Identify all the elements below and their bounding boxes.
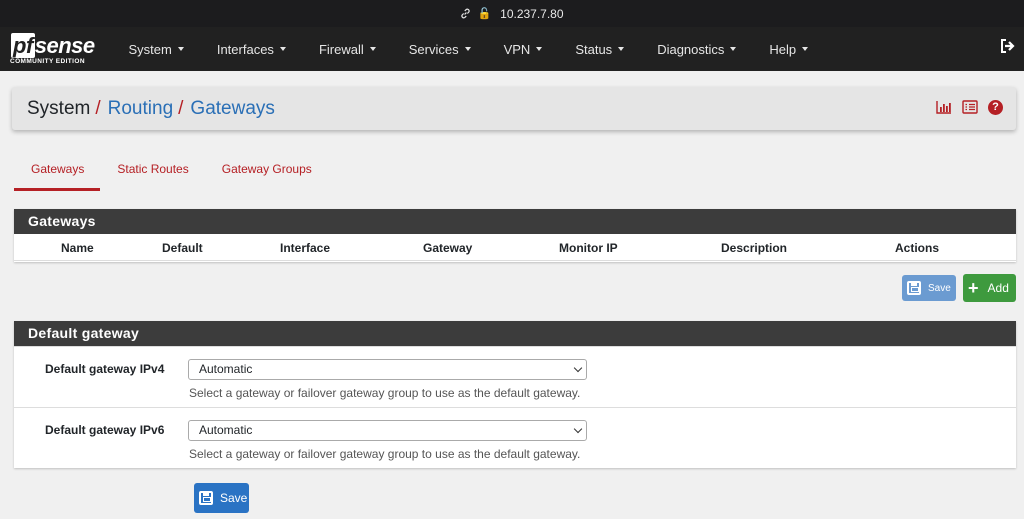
ipv4-row: Default gateway IPv4 Automatic Select a … (14, 346, 1016, 407)
gateways-panel: Gateways Name Default Interface Gateway … (14, 209, 1016, 262)
caret-down-icon (369, 47, 376, 51)
gateways-panel-title: Gateways (14, 209, 1016, 234)
pfsense-logo[interactable]: pfsense COMMUNITY EDITION (0, 27, 112, 71)
save-gateways-button[interactable]: Save (902, 275, 956, 301)
save-icon (907, 281, 921, 295)
breadcrumb-routing[interactable]: Routing (108, 98, 174, 120)
browser-address-bar: 🔓 10.237.7.80 (0, 0, 1024, 27)
default-gateway-panel: Default gateway Default gateway IPv4 Aut… (14, 321, 1016, 468)
ipv6-help-text: Select a gateway or failover gateway gro… (189, 447, 581, 461)
ipv4-help-text: Select a gateway or failover gateway gro… (189, 386, 581, 400)
caret-down-icon (536, 47, 543, 51)
gateways-table-header: Name Default Interface Gateway Monitor I… (14, 234, 1016, 261)
caret-down-icon (802, 47, 809, 51)
breadcrumb-system: System (27, 97, 91, 119)
ipv4-label: Default gateway IPv4 (45, 362, 165, 376)
menu-vpn[interactable]: VPN (487, 27, 559, 71)
breadcrumb-actions: ? (936, 99, 1003, 115)
caret-down-icon (177, 47, 184, 51)
menu-firewall[interactable]: Firewall (302, 27, 392, 71)
tab-static-routes[interactable]: Static Routes (100, 152, 204, 191)
caret-down-icon (730, 47, 737, 51)
list-icon[interactable] (962, 99, 978, 115)
save-default-gateway-button[interactable]: Save (194, 483, 249, 513)
menu-interfaces[interactable]: Interfaces (200, 27, 302, 71)
address-text[interactable]: 10.237.7.80 (500, 7, 563, 21)
chevron-down-icon (573, 424, 583, 434)
col-actions: Actions (895, 241, 940, 255)
ipv6-label: Default gateway IPv6 (45, 423, 165, 437)
logo-edition: COMMUNITY EDITION (10, 58, 85, 65)
chevron-down-icon (573, 363, 583, 373)
tab-gateway-groups[interactable]: Gateway Groups (205, 152, 328, 191)
ipv4-gateway-select[interactable]: Automatic (188, 359, 587, 380)
ipv6-row: Default gateway IPv6 Automatic Select a … (14, 407, 1016, 468)
tab-bar: Gateways Static Routes Gateway Groups (14, 152, 328, 191)
menu-system[interactable]: System (112, 27, 200, 71)
col-gateway[interactable]: Gateway (423, 241, 472, 255)
top-navbar: pfsense COMMUNITY EDITION System Interfa… (0, 27, 1024, 71)
menu-status[interactable]: Status (559, 27, 641, 71)
main-menu: System Interfaces Firewall Services VPN … (112, 27, 825, 71)
menu-diagnostics[interactable]: Diagnostics (641, 27, 753, 71)
tab-gateways[interactable]: Gateways (14, 152, 101, 191)
col-interface[interactable]: Interface (280, 241, 330, 255)
default-gateway-panel-title: Default gateway (14, 321, 1016, 346)
plus-icon: + (968, 278, 979, 298)
caret-down-icon (618, 47, 625, 51)
logout-icon[interactable] (1000, 39, 1016, 57)
insecure-lock-icon: 🔓 (477, 8, 492, 20)
breadcrumb: System / Routing / Gateways ? (12, 87, 1016, 130)
caret-down-icon (464, 47, 471, 51)
col-name[interactable]: Name (61, 241, 94, 255)
breadcrumb-separator: / (95, 97, 101, 119)
breadcrumb-gateways[interactable]: Gateways (190, 98, 274, 120)
address-icons: 🔓 (460, 7, 491, 20)
breadcrumb-separator: / (178, 97, 184, 119)
logo-wordmark: pfsense (11, 33, 95, 58)
col-description[interactable]: Description (721, 241, 787, 255)
caret-down-icon (279, 47, 286, 51)
link-icon (461, 8, 471, 19)
menu-services[interactable]: Services (392, 27, 487, 71)
col-monitor-ip[interactable]: Monitor IP (559, 241, 618, 255)
save-icon (199, 491, 213, 505)
chart-icon[interactable] (936, 99, 952, 115)
menu-help[interactable]: Help (753, 27, 825, 71)
help-icon[interactable]: ? (988, 99, 1003, 115)
ipv6-gateway-select[interactable]: Automatic (188, 420, 587, 441)
col-default[interactable]: Default (162, 241, 203, 255)
add-gateway-button[interactable]: + Add (963, 274, 1016, 302)
